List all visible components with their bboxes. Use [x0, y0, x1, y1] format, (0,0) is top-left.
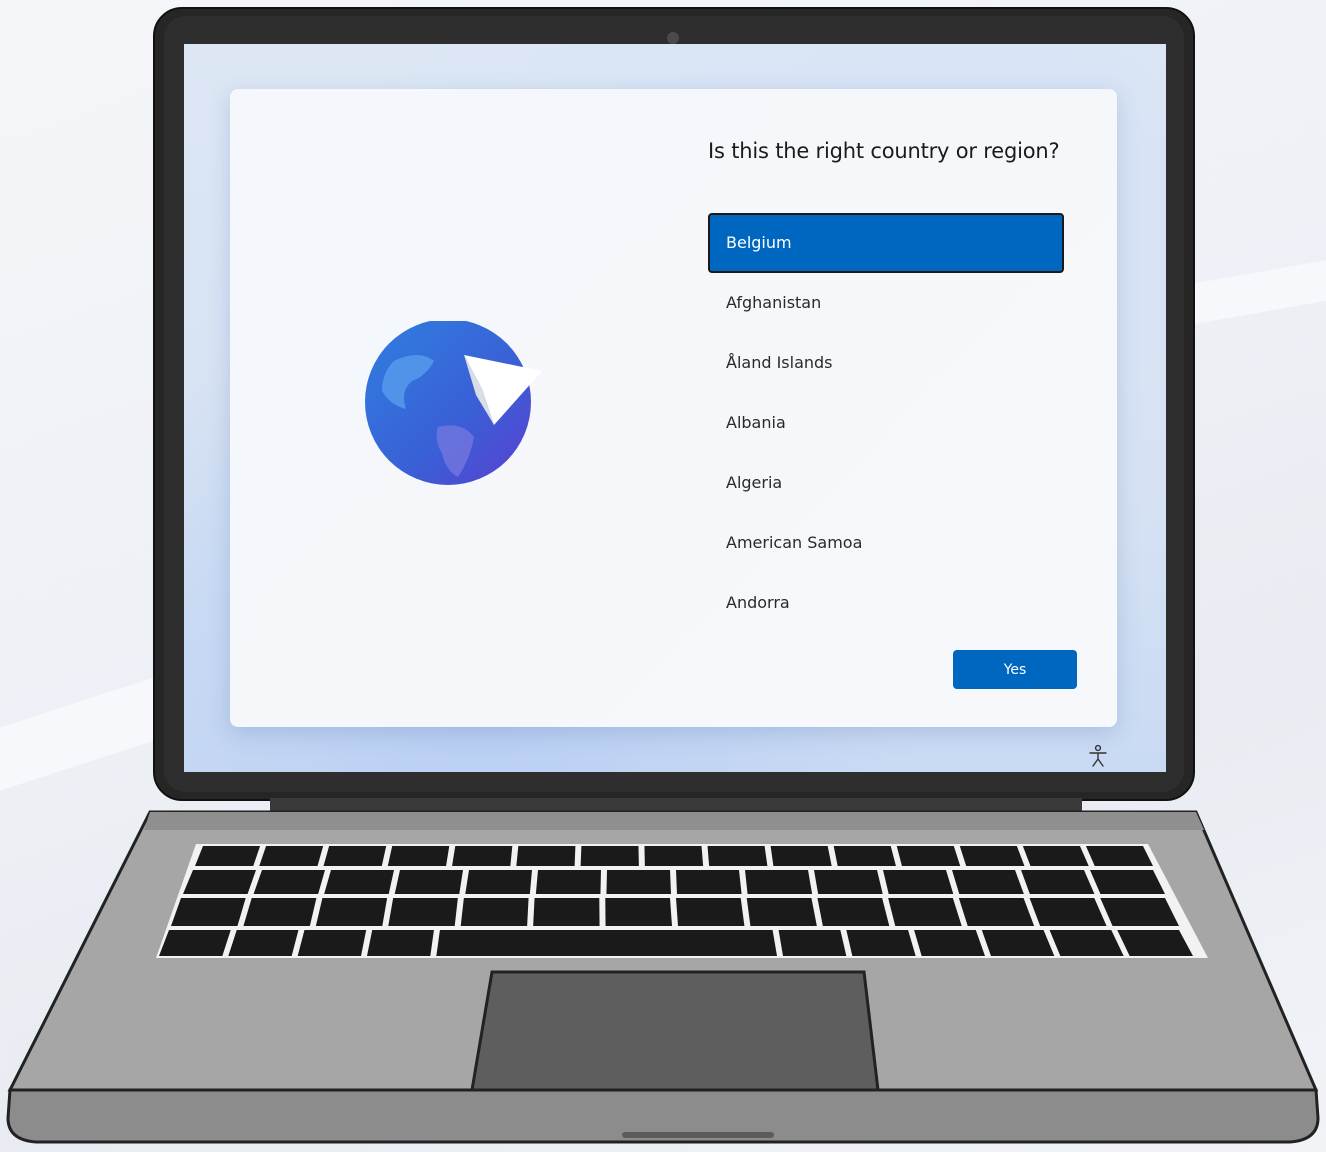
accessibility-icon[interactable] [1088, 744, 1108, 768]
keyboard-key [388, 898, 458, 926]
keyboard-key [676, 870, 742, 894]
keyboard-key [367, 930, 434, 956]
keyboard-key [195, 846, 261, 866]
keyboard-key [171, 898, 246, 926]
keyboard-key [535, 870, 601, 894]
keyboard-key [914, 930, 985, 956]
keyboard-key [959, 846, 1025, 866]
keyboard-key [516, 846, 576, 866]
keyboard-key [745, 870, 813, 894]
keyboard-key [1085, 846, 1153, 866]
country-option[interactable]: Andorra [708, 573, 1064, 633]
keyboard-key [452, 846, 513, 866]
keyboard-key [387, 846, 450, 866]
keyboard-key [394, 870, 463, 894]
keyboard-key [253, 870, 325, 894]
keyboard-key [297, 930, 367, 956]
country-option-selected[interactable]: Belgium [708, 213, 1064, 273]
country-option[interactable]: American Samoa [708, 513, 1064, 573]
keyboard-key [778, 930, 847, 956]
page-title: Is this the right country or region? [708, 139, 1060, 163]
keyboard-key [436, 930, 777, 956]
country-option[interactable]: Algeria [708, 453, 1064, 513]
keyboard-key [981, 930, 1055, 956]
keyboard-key [770, 846, 832, 866]
laptop-screen: Is this the right country or region? Bel… [184, 44, 1166, 772]
keyboard-key [460, 898, 529, 926]
country-option[interactable]: Albania [708, 393, 1064, 453]
keyboard-key [707, 846, 768, 866]
country-option[interactable]: Afghanistan [708, 273, 1064, 333]
keyboard-key [315, 898, 388, 926]
keyboard-key [1021, 870, 1095, 894]
keyboard-key [243, 898, 317, 926]
keyboard-key [1022, 846, 1089, 866]
country-list[interactable]: Belgium Afghanistan Åland Islands Albani… [708, 213, 1064, 633]
keyboard-key [952, 870, 1024, 894]
keyboard-key [228, 930, 299, 956]
keyboard-key [833, 846, 896, 866]
globe-with-paper-plane-icon [365, 321, 542, 485]
keyboard-key [159, 930, 231, 956]
keyboard-key [183, 870, 256, 894]
keyboard-key [883, 870, 954, 894]
keyboard-key [814, 870, 883, 894]
keyboard-key [644, 846, 704, 866]
yes-button[interactable]: Yes [953, 650, 1077, 689]
keyboard-key [533, 898, 600, 926]
keyboard-key [888, 898, 962, 926]
keyboard-key [605, 898, 672, 926]
keyboard-key [817, 898, 890, 926]
trackpad [470, 970, 880, 1092]
keyboard-key [1049, 930, 1124, 956]
keyboard-key [746, 898, 817, 926]
setup-card: Is this the right country or region? Bel… [230, 89, 1117, 727]
keyboard-key [259, 846, 324, 866]
keyboard-key [896, 846, 961, 866]
keyboard-key [1090, 870, 1165, 894]
country-option[interactable]: Åland Islands [708, 333, 1064, 393]
keyboard-key [846, 930, 916, 956]
keyboard-key [676, 898, 745, 926]
keyboard-key [1029, 898, 1107, 926]
keyboard-key [323, 846, 387, 866]
keyboard-key [324, 870, 394, 894]
keyboard-key [606, 870, 671, 894]
keyboard-key [465, 870, 532, 894]
keyboard-key [958, 898, 1035, 926]
keyboard-key [580, 846, 639, 866]
